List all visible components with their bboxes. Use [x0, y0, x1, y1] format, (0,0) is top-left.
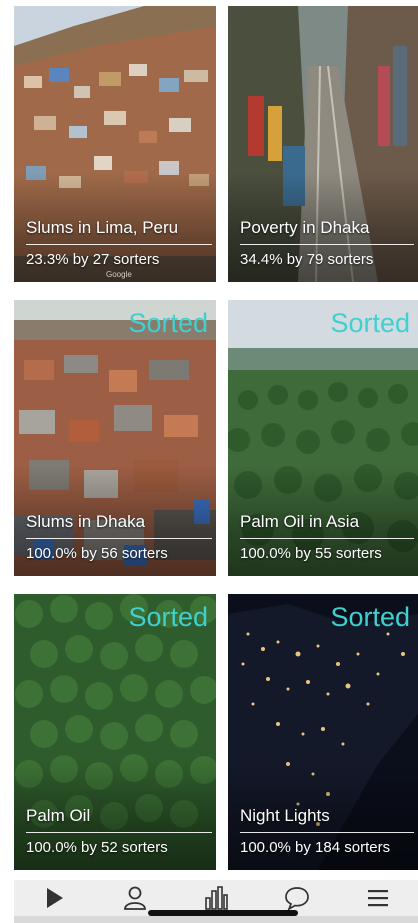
card-stats: 100.0% by 52 sorters [26, 839, 168, 856]
card-divider [240, 244, 414, 245]
next-row-peek [14, 916, 418, 923]
card-stats: 34.4% by 79 sorters [240, 251, 374, 268]
card-divider [26, 244, 212, 245]
card-stats: 100.0% by 56 sorters [26, 545, 168, 562]
sorted-badge: Sorted [128, 308, 208, 338]
card-lima[interactable]: Slums in Lima, Peru 23.3% by 27 sorters … [14, 6, 216, 282]
sorted-badge: Sorted [128, 602, 208, 632]
project-grid: Slums in Lima, Peru 23.3% by 27 sorters … [0, 0, 418, 923]
project-gallery-screen: Slums in Lima, Peru 23.3% by 27 sorters … [0, 0, 418, 923]
nav-play-button[interactable] [24, 880, 84, 916]
sorted-badge: Sorted [330, 602, 410, 632]
home-indicator[interactable] [148, 910, 298, 916]
card-title: Palm Oil in Asia [240, 512, 360, 531]
user-icon [124, 886, 147, 910]
nav-menu-button[interactable] [348, 880, 408, 916]
card-stats: 100.0% by 184 sorters [240, 839, 391, 856]
bar-chart-icon [205, 886, 228, 910]
card-title: Poverty in Dhaka [240, 218, 370, 237]
card-night-lights[interactable]: Sorted Night Lights 100.0% by 184 sorter… [228, 594, 418, 870]
card-palm-oil[interactable]: Sorted Palm Oil 100.0% by 52 sorters [14, 594, 216, 870]
card-divider [26, 832, 212, 833]
card-divider [240, 832, 414, 833]
card-stats: 23.3% by 27 sorters [26, 251, 160, 268]
card-dhaka-poverty[interactable]: Poverty in Dhaka 34.4% by 79 sorters [228, 6, 418, 282]
sorted-badge: Sorted [330, 308, 410, 338]
play-icon [47, 888, 64, 908]
card-divider [26, 538, 212, 539]
card-palm-asia[interactable]: Sorted Palm Oil in Asia 100.0% by 55 sor… [228, 300, 418, 576]
hamburger-menu-icon [367, 890, 388, 907]
card-title: Slums in Dhaka [26, 512, 146, 531]
card-stats: 100.0% by 55 sorters [240, 545, 382, 562]
speech-bubble-icon [284, 887, 309, 911]
card-title: Palm Oil [26, 806, 91, 825]
image-watermark: Google [106, 270, 132, 279]
card-dhaka-slums[interactable]: Sorted Slums in Dhaka 100.0% by 56 sorte… [14, 300, 216, 576]
card-title: Slums in Lima, Peru [26, 218, 179, 237]
card-title: Night Lights [240, 806, 330, 825]
card-divider [240, 538, 414, 539]
